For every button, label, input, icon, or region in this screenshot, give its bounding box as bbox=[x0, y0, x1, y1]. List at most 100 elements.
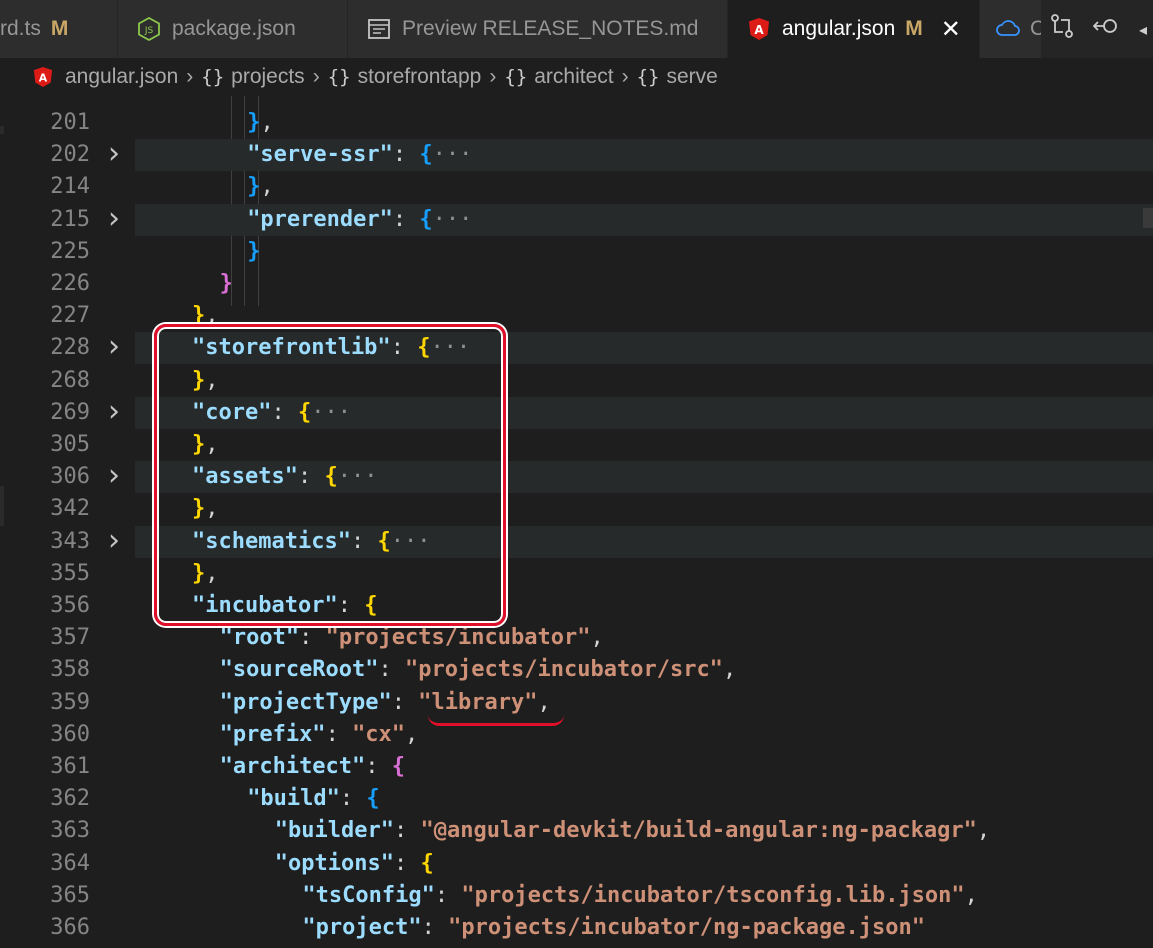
tab-bar: rd.ts M JS package.json Preview RELEASE_… bbox=[0, 0, 1153, 59]
tab-package-json[interactable]: JS package.json bbox=[118, 0, 348, 58]
line-number: 269 bbox=[50, 399, 90, 425]
code-text: "tsConfig": "projects/incubator/tsconfig… bbox=[302, 882, 978, 908]
line-number: 359 bbox=[50, 689, 90, 715]
code-line[interactable]: 362 "build": { bbox=[0, 783, 1153, 815]
code-line[interactable]: 360 "prefix": "cx", bbox=[0, 719, 1153, 751]
tab-cloud-file[interactable]: C bbox=[980, 0, 1042, 58]
code-line[interactable]: 361 "architect": { bbox=[0, 751, 1153, 783]
code-text: "project": "projects/incubator/ng-packag… bbox=[302, 915, 925, 940]
breadcrumb-item-architect[interactable]: architect bbox=[534, 65, 613, 89]
code-line[interactable]: 225} bbox=[0, 236, 1153, 268]
svg-text:A: A bbox=[754, 23, 764, 37]
code-text: "options": { bbox=[274, 850, 434, 876]
breadcrumb-item-projects[interactable]: projects bbox=[231, 65, 305, 89]
code-line[interactable]: 357 "root": "projects/incubator", bbox=[0, 622, 1153, 654]
line-number: 214 bbox=[50, 174, 90, 200]
line-number: 361 bbox=[50, 754, 90, 779]
object-icon: {} bbox=[504, 66, 528, 88]
fold-chevron-icon[interactable]: › bbox=[108, 461, 120, 491]
code-line[interactable]: 366 "project": "projects/incubator/ng-pac… bbox=[0, 912, 1153, 944]
timeline-back-icon[interactable] bbox=[1092, 14, 1121, 44]
code-line[interactable]: › 202 "serve-ssr": {··· bbox=[0, 139, 1153, 172]
highlight-box-annotation bbox=[154, 324, 506, 626]
tab-typescript-file[interactable]: rd.ts M bbox=[0, 0, 118, 58]
line-number: 355 bbox=[50, 560, 90, 586]
tab-label: C bbox=[1030, 17, 1041, 41]
code-text: } bbox=[219, 271, 233, 296]
chevron-right-icon: › bbox=[186, 65, 194, 88]
code-text: "serve-ssr": {··· bbox=[247, 142, 473, 168]
line-number: 356 bbox=[50, 593, 90, 618]
line-number: 358 bbox=[50, 657, 90, 683]
line-number: 306 bbox=[50, 464, 90, 490]
line-number: 364 bbox=[50, 850, 90, 876]
more-actions-icon[interactable]: ◂ bbox=[1139, 20, 1147, 39]
editor-actions: ◂ bbox=[1049, 0, 1153, 58]
object-icon: {} bbox=[201, 66, 225, 88]
code-text: }, bbox=[247, 110, 274, 135]
breadcrumb-item-serve[interactable]: serve bbox=[666, 65, 717, 89]
code-text: }, bbox=[247, 174, 274, 200]
line-number: 201 bbox=[50, 110, 90, 135]
code-line[interactable]: 364 "options": { bbox=[0, 848, 1153, 880]
fold-chevron-icon[interactable]: › bbox=[108, 525, 120, 556]
scrollbar-thumb[interactable] bbox=[1143, 208, 1153, 228]
code-text: "sourceRoot": "projects/incubator/src", bbox=[219, 657, 737, 683]
line-number: 227 bbox=[50, 303, 90, 329]
code-text: "prerender": {··· bbox=[247, 206, 473, 232]
svg-text:A: A bbox=[39, 72, 48, 85]
code-text: } bbox=[247, 238, 261, 264]
fold-chevron-icon[interactable]: › bbox=[108, 203, 120, 234]
angular-icon: A bbox=[33, 66, 53, 88]
fold-chevron-icon[interactable]: › bbox=[108, 332, 120, 362]
tab-label: angular.json bbox=[782, 17, 896, 40]
code-line[interactable]: 201}, bbox=[0, 107, 1153, 139]
line-number: 357 bbox=[50, 625, 90, 651]
source-control-compare-icon[interactable] bbox=[1049, 13, 1075, 45]
code-line[interactable]: 363 "builder": "@angular-devkit/build-ang… bbox=[0, 815, 1153, 847]
tab-label: package.json bbox=[172, 17, 296, 40]
code-line[interactable]: 214}, bbox=[0, 171, 1153, 203]
code-line[interactable]: › 215 "prerender": {··· bbox=[0, 203, 1153, 236]
code-line[interactable]: 359 "projectType": "library", bbox=[0, 687, 1153, 719]
tab-label: rd.ts bbox=[0, 17, 41, 40]
breadcrumb-item-storefrontapp[interactable]: storefrontapp bbox=[358, 65, 482, 89]
code-text: "builder": "@angular-devkit/build-angula… bbox=[274, 818, 991, 844]
angular-icon: A bbox=[748, 17, 770, 41]
code-line[interactable]: 365 "tsConfig": "projects/incubator/tscon… bbox=[0, 880, 1153, 912]
preview-icon bbox=[368, 19, 390, 39]
nodejs-icon: JS bbox=[138, 17, 160, 41]
code-line[interactable]: 358 "sourceRoot": "projects/incubator/src… bbox=[0, 654, 1153, 686]
line-number: 305 bbox=[50, 432, 90, 457]
code-text: "projectType": "library", bbox=[219, 689, 551, 715]
line-number: 342 bbox=[50, 496, 90, 522]
line-number: 215 bbox=[50, 206, 90, 232]
line-number: 268 bbox=[50, 367, 90, 393]
chevron-right-icon: › bbox=[489, 65, 497, 88]
line-number: 363 bbox=[50, 818, 90, 844]
line-number: 225 bbox=[50, 238, 90, 264]
code-text: "architect": { bbox=[219, 754, 406, 779]
breadcrumb-file[interactable]: angular.json bbox=[65, 65, 178, 89]
tab-angular-json[interactable]: A angular.json M ✕ bbox=[728, 0, 980, 58]
chevron-right-icon: › bbox=[621, 65, 629, 88]
code-text: "prefix": "cx", bbox=[219, 721, 419, 747]
line-number: 366 bbox=[50, 915, 90, 940]
line-number: 202 bbox=[50, 142, 90, 168]
tab-release-notes-preview[interactable]: Preview RELEASE_NOTES.md bbox=[348, 0, 728, 58]
code-text: "build": { bbox=[247, 786, 380, 812]
close-icon[interactable]: ✕ bbox=[941, 15, 961, 44]
svg-text:JS: JS bbox=[144, 26, 154, 36]
code-text: "root": "projects/incubator", bbox=[219, 625, 604, 651]
fold-chevron-icon[interactable]: › bbox=[108, 396, 120, 427]
code-line[interactable]: 226} bbox=[0, 268, 1153, 300]
line-number: 365 bbox=[50, 882, 90, 908]
modified-indicator: M bbox=[50, 17, 69, 40]
underline-annotation bbox=[428, 715, 564, 726]
fold-chevron-icon[interactable]: › bbox=[108, 139, 120, 169]
chevron-right-icon: › bbox=[312, 65, 320, 88]
tab-label: Preview RELEASE_NOTES.md bbox=[402, 17, 699, 40]
line-number: 360 bbox=[50, 721, 90, 747]
breadcrumb: A angular.json › {} projects › {} storef… bbox=[0, 58, 1153, 96]
line-number: 228 bbox=[50, 335, 90, 361]
